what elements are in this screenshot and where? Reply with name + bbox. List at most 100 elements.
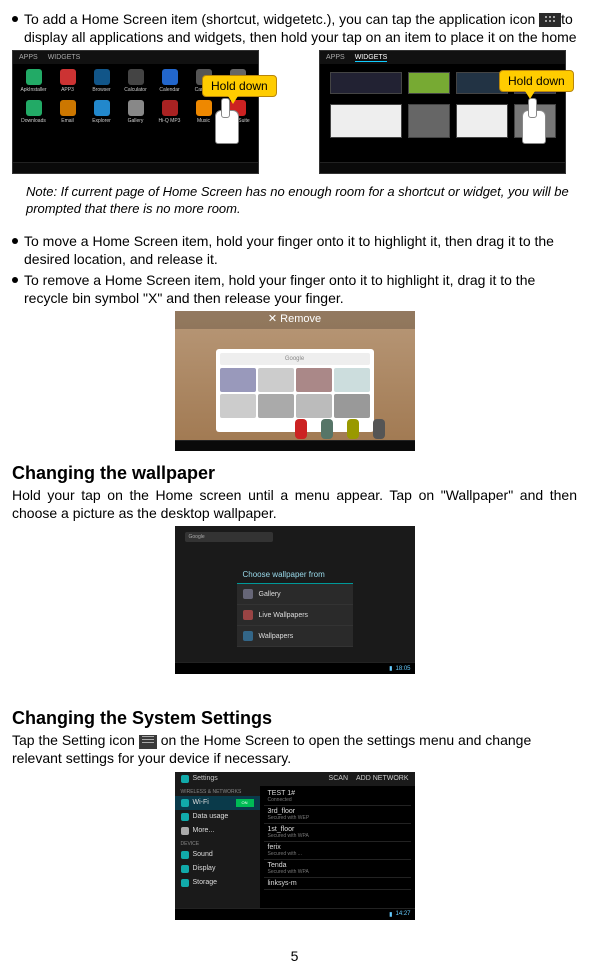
settings-screenshot: Settings SCAN ADD NETWORK WIRELESS & NET…: [175, 772, 415, 920]
settings-screenshot-container: Settings SCAN ADD NETWORK WIRELESS & NET…: [12, 772, 577, 920]
bullet-move-item: To move a Home Screen item, hold your fi…: [12, 232, 577, 268]
app-label: ApkInstaller: [18, 87, 49, 93]
dock-icon: [373, 419, 385, 439]
network-subtitle: Connected: [268, 797, 407, 803]
app-icon: [162, 100, 178, 116]
network-subtitle: Secured with ...: [268, 851, 407, 857]
thumb: [258, 368, 294, 392]
wallpaper-option: Wallpapers: [237, 626, 353, 647]
app-icon: [94, 100, 110, 116]
network-item: TEST 1#Connected: [264, 788, 411, 806]
network-name: Tenda: [268, 862, 407, 869]
app-label: APP3: [52, 87, 83, 93]
app-icon: [162, 69, 178, 85]
sidebar-item-icon: [181, 827, 189, 835]
recycle-topbar: ✕ Remove: [175, 311, 415, 329]
network-subtitle: Secured with WEP: [268, 815, 407, 821]
widget-tile: [456, 104, 508, 138]
screenshot-row: APPS WIDGETS ApkInstallerAPP3BrowserCalc…: [12, 50, 577, 174]
heading-wallpaper: Changing the wallpaper: [12, 463, 577, 484]
thumb: [296, 394, 332, 418]
sidebar-item: Sound: [175, 848, 260, 862]
network-subtitle: Secured with WPA: [268, 869, 407, 875]
app-icon: [60, 100, 76, 116]
google-searchbar: Google: [220, 353, 370, 365]
sidebar-item: More...: [175, 824, 260, 838]
sidebar-item-icon: [181, 799, 189, 807]
option-icon: [243, 631, 253, 641]
settings-body: WIRELESS & NETWORKS Wi-FiONData usageMor…: [175, 786, 415, 908]
app-label: Calculator: [120, 87, 151, 93]
option-label: Gallery: [259, 591, 281, 598]
sidebar-item-icon: [181, 865, 189, 873]
network-item: 1st_floorSecured with WPA: [264, 824, 411, 842]
app-item: Downloads: [18, 100, 49, 128]
app-item: ApkInstaller: [18, 69, 49, 97]
thumb: [220, 394, 256, 418]
option-label: Wallpapers: [259, 633, 294, 640]
wallpaper-dialog: Choose wallpaper from Gallery Live Wallpa…: [237, 566, 353, 647]
dock-icon: [295, 419, 307, 439]
battery-icon: ▮: [389, 911, 392, 918]
status-bar: ▮ 14:27: [175, 908, 415, 920]
dialog-title: Choose wallpaper from: [237, 566, 353, 584]
bullet-dot: [12, 16, 18, 22]
app-icon: [26, 100, 42, 116]
wallpaper-option: Live Wallpapers: [237, 605, 353, 626]
settings-header: Settings SCAN ADD NETWORK: [175, 772, 415, 786]
app-label: Email: [52, 118, 83, 124]
app-item: Explorer: [86, 100, 117, 128]
tablet-tabs: APPS WIDGETS: [320, 51, 565, 64]
app-label: Downloads: [18, 118, 49, 124]
bullet-text: To move a Home Screen item, hold your fi…: [24, 232, 577, 268]
settings-header-icon: [181, 775, 189, 783]
widget-tile: [330, 72, 402, 94]
hold-down-callout: Hold down: [499, 70, 574, 92]
app-icon: [128, 69, 144, 85]
network-name: TEST 1#: [268, 790, 407, 797]
settings-sidebar: WIRELESS & NETWORKS Wi-FiONData usageMor…: [175, 786, 260, 908]
status-time: 14:27: [395, 911, 410, 917]
network-subtitle: Secured with WPA: [268, 833, 407, 839]
sidebar-item: Wi-FiON: [175, 796, 260, 810]
network-name: 1st_floor: [268, 826, 407, 833]
widget-tile: [408, 72, 450, 94]
dock: [295, 419, 385, 441]
app-item: Calculator: [120, 69, 151, 97]
app-item: APP3: [52, 69, 83, 97]
app-icon: [94, 69, 110, 85]
bullet-dot: [12, 277, 18, 283]
paragraph-settings: Tap the Setting icon on the Home Screen …: [12, 731, 577, 767]
sidebar-item-label: Wi-Fi: [193, 799, 209, 806]
tab-widgets: WIDGETS: [48, 54, 81, 61]
wallpaper-screenshot: Google Choose wallpaper from Gallery Live…: [175, 526, 415, 674]
tab-apps: APPS: [326, 54, 345, 61]
bullet-dot: [12, 238, 18, 244]
app-label: Calendar: [154, 87, 185, 93]
tab-apps: APPS: [19, 54, 38, 61]
sidebar-item-icon: [181, 851, 189, 859]
widget-tile: [408, 104, 450, 138]
add-network-label: ADD NETWORK: [356, 775, 409, 782]
sidebar-item-label: More...: [193, 827, 215, 834]
sidebar-item-label: Display: [193, 865, 216, 872]
page-number: 5: [12, 948, 577, 964]
option-label: Live Wallpapers: [259, 612, 309, 619]
app-item: Email: [52, 100, 83, 128]
app-label: Hi-Q MP3: [154, 118, 185, 124]
sidebar-item-label: Storage: [193, 879, 218, 886]
bullet-text: To add a Home Screen item (shortcut, wid…: [24, 10, 577, 46]
app-item: Hi-Q MP3: [154, 100, 185, 128]
network-item: TendaSecured with WPA: [264, 860, 411, 878]
google-searchbar: Google: [185, 532, 273, 542]
sidebar-item: Storage: [175, 876, 260, 890]
tablet-tabs: APPS WIDGETS: [13, 51, 258, 64]
sidebar-item-icon: [181, 813, 189, 821]
section-label: DEVICE: [175, 838, 260, 848]
tablet-navbar: [175, 440, 415, 451]
sidebar-item-icon: [181, 879, 189, 887]
app-item: Browser: [86, 69, 117, 97]
app-icon: [128, 100, 144, 116]
thumb: [220, 368, 256, 392]
paragraph-wallpaper: Hold your tap on the Home screen until a…: [12, 486, 577, 522]
